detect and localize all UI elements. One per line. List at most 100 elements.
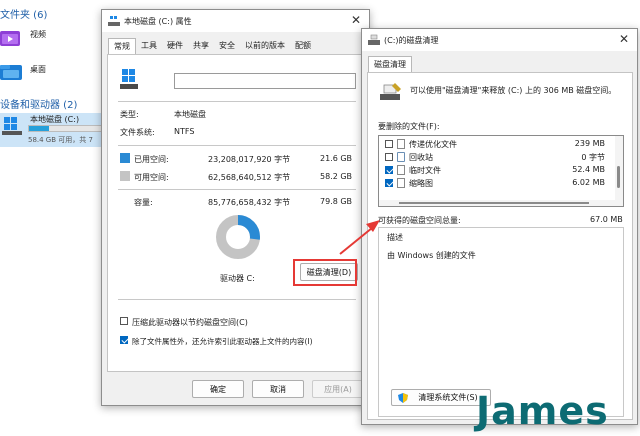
cleanup-drive-icon [380, 83, 401, 100]
description-label: 描述 [387, 233, 403, 242]
cleanup-titlebar[interactable]: (C:)的磁盘清理 ✕ [362, 29, 637, 51]
tab-security[interactable]: 安全 [214, 38, 240, 54]
capacity-gb: 79.8 GB [320, 197, 353, 206]
file-checkbox[interactable] [385, 153, 393, 161]
scrollbar-thumb[interactable] [617, 166, 620, 188]
separator [118, 299, 356, 300]
list-item[interactable]: 回收站 0 字节 [379, 151, 619, 164]
type-label: 类型: [120, 110, 139, 119]
file-name: 回收站 [409, 153, 433, 162]
list-horizontal-scrollbar[interactable] [379, 200, 617, 206]
general-tab-page: 类型: 本地磁盘 文件系统: NTFS 已用空间: 23,208,017,920… [107, 54, 364, 372]
separator [118, 101, 356, 102]
apply-button[interactable]: 应用(A) [312, 380, 364, 398]
capacity-donut-chart [216, 215, 260, 259]
compress-drive-checkbox[interactable] [120, 317, 128, 325]
file-icon [397, 165, 405, 175]
cleanup-intro-text: 可以使用"磁盘清理"来释放 (C:) 上的 306 MB 磁盘空间。 [410, 86, 617, 95]
properties-titlebar[interactable]: 本地磁盘 (C:) 属性 ✕ [102, 10, 369, 32]
drive-name-input[interactable] [174, 73, 356, 89]
file-checkbox[interactable] [385, 179, 393, 187]
video-folder-icon [0, 31, 20, 46]
index-contents-label: 除了文件属性外，还允许索引此驱动器上文件的内容(I) [132, 337, 313, 346]
separator [118, 189, 356, 190]
used-space-swatch [120, 153, 130, 163]
file-icon [397, 139, 405, 149]
file-icon [397, 178, 405, 188]
list-item[interactable]: 传递优化文件 239 MB [379, 138, 619, 151]
windows-drive-icon [2, 117, 22, 135]
free-space-bytes: 62,568,640,512 字节 [208, 173, 291, 182]
total-space-value: 67.0 MB [590, 215, 623, 224]
explorer-item-desktop[interactable]: 桌面 [30, 64, 46, 75]
list-item[interactable]: 临时文件 52.4 MB [379, 164, 619, 177]
tab-sharing[interactable]: 共享 [188, 38, 214, 54]
total-space-label: 可获得的磁盘空间总量: [378, 216, 461, 225]
tab-previous-versions[interactable]: 以前的版本 [240, 38, 290, 54]
properties-tabs: 常规 工具 硬件 共享 安全 以前的版本 配额 [108, 38, 316, 56]
drive-properties-window: 本地磁盘 (C:) 属性 ✕ 常规 工具 硬件 共享 安全 以前的版本 配额 类… [101, 9, 370, 406]
tab-quota[interactable]: 配额 [290, 38, 316, 54]
drive-c-tile[interactable]: 本地磁盘 (C:) 58.4 GB 可用，共 7 [0, 113, 106, 147]
cleanup-title: (C:)的磁盘清理 [384, 35, 439, 45]
desktop-folder-icon [0, 65, 22, 80]
folders-header[interactable]: 文件夹 (6) [0, 6, 47, 21]
index-contents-checkbox[interactable] [120, 336, 128, 344]
scrollbar-thumb[interactable] [399, 202, 589, 204]
files-to-delete-list[interactable]: 传递优化文件 239 MB 回收站 0 字节 临时文件 52.4 MB 缩略图 … [378, 135, 624, 207]
disk-cleanup-page: 可以使用"磁盘清理"来释放 (C:) 上的 306 MB 磁盘空间。 要删除的文… [367, 72, 633, 420]
cleanup-button-highlight [293, 259, 357, 286]
drive-c-usage-bar [28, 125, 104, 132]
free-space-swatch [120, 171, 130, 181]
properties-title: 本地磁盘 (C:) 属性 [124, 16, 192, 26]
drive-c-name: 本地磁盘 (C:) [30, 115, 80, 124]
used-space-bytes: 23,208,017,920 字节 [208, 155, 291, 164]
large-drive-icon [120, 69, 138, 89]
free-space-gb: 58.2 GB [320, 172, 353, 181]
devices-header[interactable]: 设备和驱动器 (2) [0, 96, 77, 111]
used-space-gb: 21.6 GB [320, 154, 353, 163]
clean-system-files-label: 清理系统文件(S) [418, 393, 478, 402]
file-size: 239 MB [574, 139, 605, 148]
tab-tools[interactable]: 工具 [136, 38, 162, 54]
file-size: 6.02 MB [572, 178, 605, 187]
explorer-item-videos[interactable]: 视频 [30, 29, 46, 40]
file-size: 0 字节 [581, 153, 605, 162]
logo-text: James [473, 389, 609, 432]
file-checkbox[interactable] [385, 166, 393, 174]
capacity-bytes: 85,776,658,432 字节 [208, 198, 291, 207]
compress-drive-label: 压缩此驱动器以节约磁盘空间(C) [132, 318, 248, 327]
drive-c-free-text: 58.4 GB 可用，共 7 [28, 136, 93, 144]
cleanup-close-button[interactable]: ✕ [619, 33, 629, 45]
disk-cleanup-icon [368, 34, 380, 45]
drive-c-usage-fill [29, 126, 49, 131]
cleanup-tabs: 磁盘清理 [368, 56, 412, 74]
uac-shield-icon [398, 393, 408, 403]
file-checkbox[interactable] [385, 140, 393, 148]
properties-close-button[interactable]: ✕ [351, 14, 361, 26]
drive-icon [108, 16, 120, 26]
capacity-label: 容量: [134, 198, 153, 207]
file-name: 缩略图 [409, 179, 433, 188]
file-size: 52.4 MB [572, 165, 605, 174]
description-text: 由 Windows 创建的文件 [387, 251, 476, 260]
file-name: 传递优化文件 [409, 140, 457, 149]
james-logo: James [473, 389, 609, 432]
drive-letter-label: 驱动器 C: [220, 274, 255, 283]
filesystem-label: 文件系统: [120, 128, 155, 137]
tab-hardware[interactable]: 硬件 [162, 38, 188, 54]
explorer-pane: 文件夹 (6) 视频 桌面 设备和驱动器 (2) 本地磁盘 (C:) 58.4 … [0, 0, 110, 436]
ok-button[interactable]: 确定 [192, 380, 244, 398]
files-to-delete-label: 要删除的文件(F): [378, 122, 440, 131]
cancel-button[interactable]: 取消 [252, 380, 304, 398]
filesystem-value: NTFS [174, 127, 195, 136]
list-item[interactable]: 缩略图 6.02 MB [379, 177, 619, 190]
file-name: 临时文件 [409, 166, 441, 175]
free-space-label: 可用空间: [134, 173, 169, 182]
used-space-label: 已用空间: [134, 155, 169, 164]
type-value: 本地磁盘 [174, 110, 206, 119]
recycle-bin-icon [397, 152, 405, 162]
list-vertical-scrollbar[interactable] [615, 136, 623, 206]
separator [118, 145, 356, 146]
disk-cleanup-window: (C:)的磁盘清理 ✕ 磁盘清理 可以使用"磁盘清理"来释放 (C:) 上的 3… [361, 28, 638, 425]
